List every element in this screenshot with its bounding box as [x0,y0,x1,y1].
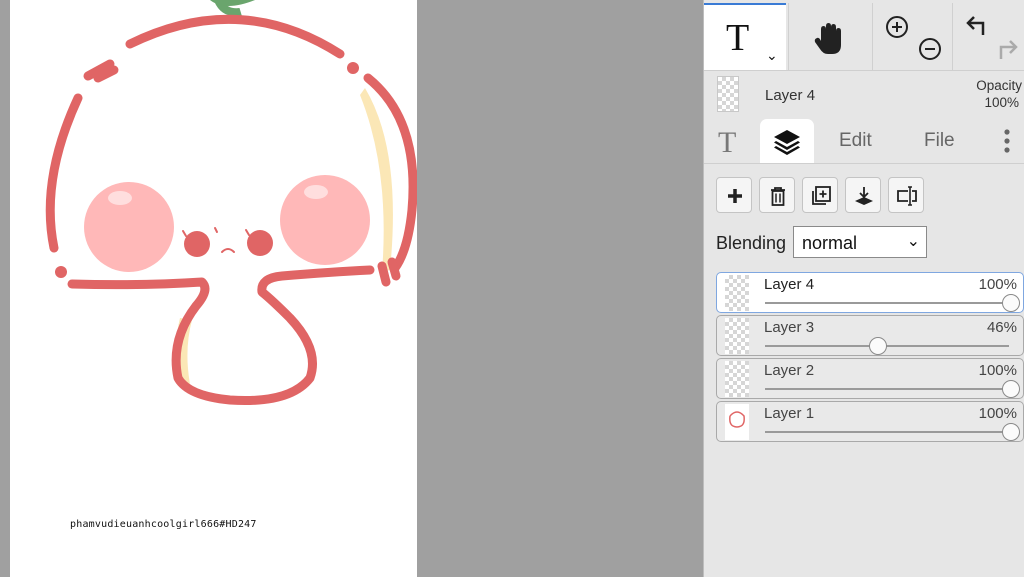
zoom-out-icon[interactable] [917,36,943,62]
plus-icon [728,189,742,203]
current-layer-bar: Layer 4 Opacity 100% [704,71,1024,119]
layer-opacity-value: 100% [978,362,1017,379]
duplicate-icon [812,186,831,205]
layer-row[interactable]: Layer 3 46% [716,315,1024,356]
zoom-tools [872,3,950,70]
crop-text-icon [897,186,917,206]
merge-down-icon [855,187,873,205]
layer-opacity-slider-handle[interactable] [1002,380,1020,398]
text-tool-button[interactable]: T ⌄ [704,3,786,70]
canvas-area[interactable]: phamvudieuanhcoolgirl666#HD247 [0,0,703,577]
layer-properties-button[interactable] [888,177,924,213]
delete-layer-button[interactable] [759,177,795,213]
layer-name: Layer 2 [764,362,815,379]
drawing-page[interactable]: phamvudieuanhcoolgirl666#HD247 [10,0,417,577]
current-layer-thumbnail [717,76,739,112]
hand-icon [814,23,841,54]
merge-down-button[interactable] [845,177,881,213]
layer-row[interactable]: Layer 4 100% [716,272,1024,313]
redo-icon[interactable] [995,37,1021,63]
more-menu-button[interactable] [1000,119,1020,163]
text-tool-icon: T [726,17,750,59]
chevron-down-icon[interactable]: ⌄ [766,47,778,64]
text-icon: T [718,126,737,159]
add-layer-button[interactable] [716,177,752,213]
layer-opacity-slider[interactable] [765,302,1009,304]
tab-file-label: File [924,130,955,151]
layer-opacity-value: 100% [978,405,1017,422]
zoom-in-icon[interactable] [884,14,910,40]
mushroom-drawing [45,0,417,405]
layers-icon [774,130,800,155]
tab-edit[interactable]: Edit [824,119,894,163]
layer-opacity-slider[interactable] [765,388,1009,390]
hand-tool-button[interactable] [788,3,870,70]
tab-file[interactable]: File [908,119,978,163]
tab-text[interactable]: T [710,119,760,163]
layer-row[interactable]: Layer 1 100% [716,401,1024,442]
layer-name: Layer 3 [764,319,815,336]
layer-thumbnail [725,404,749,440]
undo-icon[interactable] [963,13,989,39]
layer-opacity-slider-handle[interactable] [1002,294,1020,312]
duplicate-layer-button[interactable] [802,177,838,213]
layer-opacity-slider-handle[interactable] [869,337,888,355]
tool-bar: T ⌄ [704,0,1024,71]
layer-thumbnail [725,275,749,311]
more-vertical-icon [1004,129,1010,153]
blending-mode-value: normal [802,233,858,253]
layer-thumbnail [725,361,749,397]
panel-tabs: T Edit File [704,119,1024,164]
chevron-down-icon: ⌄ [906,233,920,250]
layer-opacity-value: 46% [986,319,1017,336]
layer-opacity-slider-handle[interactable] [1002,423,1020,441]
artist-credit-text: phamvudieuanhcoolgirl666#HD247 [70,519,257,530]
side-panel: T ⌄ Layer 4 Opacity 100% T Edit File Ble… [703,0,1024,577]
current-layer-name: Layer 4 [765,87,816,104]
layer-name: Layer 1 [764,405,815,422]
tab-layers[interactable] [760,119,814,163]
layer-thumbnail [725,318,749,354]
layer-row[interactable]: Layer 2 100% [716,358,1024,399]
opacity-label: Opacity [976,78,1022,93]
layer-actions [704,175,1024,215]
history-tools [952,3,1024,70]
layer-name: Layer 4 [764,276,815,293]
tab-edit-label: Edit [839,130,872,151]
trash-icon [771,187,785,206]
layer-opacity-slider[interactable] [765,431,1009,433]
blending-mode-select[interactable]: normal ⌄ [793,226,927,258]
blending-label: Blending [716,233,787,253]
layer-opacity-value: 100% [978,276,1017,293]
opacity-value[interactable]: 100% [984,95,1019,110]
